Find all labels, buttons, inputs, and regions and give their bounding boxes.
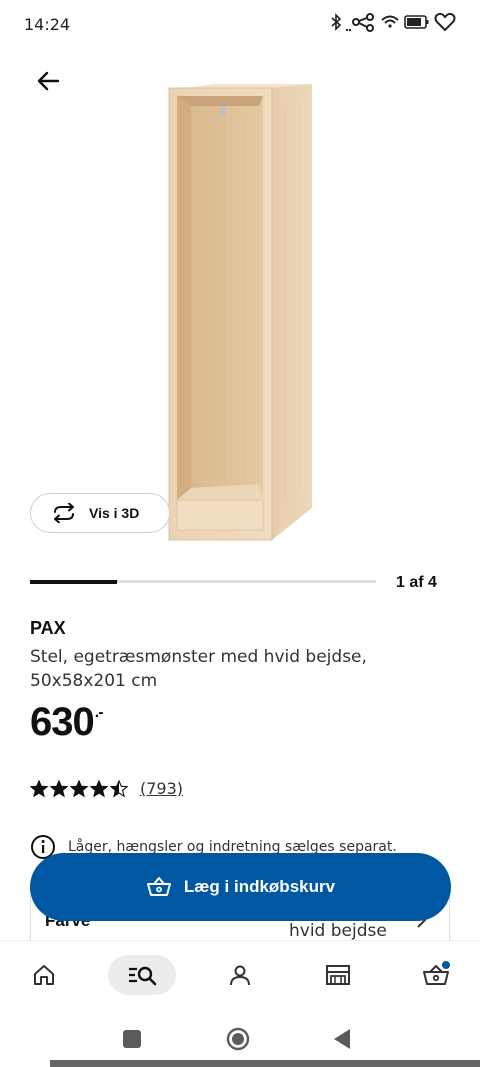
cart-badge — [442, 961, 450, 969]
bluetooth-icon — [330, 13, 342, 36]
arrow-left-icon — [37, 71, 60, 91]
status-time: 14:24 — [24, 15, 71, 34]
carousel-progress-fill — [30, 579, 117, 584]
system-navigation — [0, 1010, 480, 1067]
shopping-basket-icon — [146, 877, 171, 896]
product-name: PAX — [30, 618, 66, 638]
price-value: 630 — [30, 700, 95, 744]
gesture-bar — [50, 1060, 480, 1067]
page-indicator: 1 af 4 — [396, 574, 437, 591]
rating-stars — [30, 779, 128, 798]
signal-icon — [346, 12, 376, 37]
status-bar: 14:24 — [0, 0, 480, 48]
home-button[interactable] — [226, 1027, 250, 1051]
nav-store[interactable] — [316, 955, 360, 995]
back-button[interactable] — [30, 66, 66, 96]
view-in-3d-label: Vis i 3D — [89, 505, 140, 521]
product-rating[interactable]: (793) — [30, 779, 183, 798]
price-suffix: .- — [94, 704, 104, 721]
star-icon — [30, 779, 48, 797]
bottom-navigation — [0, 940, 480, 1010]
store-icon — [326, 965, 350, 985]
home-icon — [34, 965, 54, 985]
status-icons — [330, 12, 456, 37]
product-image[interactable] — [165, 80, 315, 545]
search-icon — [129, 966, 157, 986]
carousel-progress-track — [30, 579, 376, 584]
wifi-icon — [380, 13, 400, 36]
color-value: hvid bejdse — [289, 921, 387, 941]
add-to-cart-button[interactable]: Læg i indkøbskurv — [30, 853, 451, 921]
nav-profile[interactable] — [218, 955, 262, 995]
profile-icon — [230, 965, 250, 986]
heart-icon — [434, 12, 456, 37]
add-to-cart-label: Læg i indkøbskurv — [183, 877, 336, 896]
recent-apps-button[interactable] — [123, 1030, 141, 1048]
product-description: Stel, egetræsmønster med hvid bejdse, 50… — [30, 647, 367, 691]
review-count-link[interactable]: (793) — [140, 779, 183, 798]
nav-search[interactable] — [108, 955, 176, 995]
battery-icon — [404, 13, 430, 36]
back-triangle-button[interactable] — [333, 1028, 351, 1050]
star-icon — [70, 779, 88, 797]
nav-cart[interactable] — [414, 955, 458, 995]
star-icon — [50, 779, 68, 797]
product-price: 630.- — [30, 700, 104, 745]
nav-home[interactable] — [22, 955, 66, 995]
view-in-3d-button[interactable]: Vis i 3D — [30, 493, 170, 533]
star-icon — [110, 779, 128, 797]
rotate-icon — [54, 503, 74, 523]
star-icon — [90, 779, 108, 797]
